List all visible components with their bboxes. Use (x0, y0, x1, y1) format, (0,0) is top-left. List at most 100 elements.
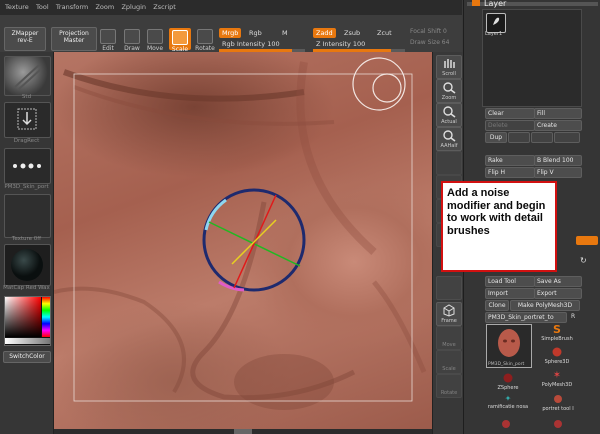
r-button[interactable]: R (571, 313, 575, 320)
simplebrush-tool[interactable]: S SimpleBrush (537, 324, 577, 344)
rgb-button[interactable]: Rgb (246, 28, 265, 38)
head-model-icon (498, 329, 520, 357)
sphere3d-tool[interactable]: Sphere3D (537, 346, 577, 366)
brush-selector[interactable] (4, 56, 51, 96)
layer-option-3[interactable] (531, 132, 553, 143)
zcut-button[interactable]: Zcut (374, 28, 395, 38)
document-canvas[interactable] (54, 52, 432, 429)
polymesh3d-label: PolyMesh3D (541, 382, 573, 388)
menu-tool[interactable]: Tool (36, 0, 49, 15)
export-button[interactable]: Export (534, 288, 582, 299)
refresh-icon[interactable]: ↻ (580, 256, 587, 265)
layer-title: Layer (484, 0, 507, 8)
rotate-view-button[interactable]: Rotate (436, 374, 462, 398)
alpha-dots-icon (13, 163, 41, 169)
frame-button[interactable]: Frame (436, 302, 462, 326)
portret-tool[interactable]: portret tool I (536, 394, 580, 414)
rotate-button[interactable]: Rotate (194, 29, 216, 52)
stroke-selector[interactable] (4, 102, 51, 138)
scale-button[interactable]: Scale (169, 28, 191, 53)
hand-icon (444, 59, 455, 68)
import-button[interactable]: Import (485, 288, 535, 299)
canvas-scroll-handle[interactable] (234, 429, 252, 434)
layer-brush-icon (493, 17, 500, 25)
dup-button[interactable]: Dup (485, 132, 507, 143)
draw-button[interactable]: Draw (123, 29, 141, 52)
aahalf-button[interactable]: AAHalf (436, 127, 462, 151)
projection-master-button[interactable]: Projection Master (51, 27, 97, 51)
material-selector[interactable] (4, 244, 51, 286)
fill-button[interactable]: Fill (534, 108, 582, 119)
menu-zoom[interactable]: Zoom (95, 0, 114, 15)
persp-button[interactable] (436, 151, 462, 175)
mrgb-button[interactable]: Mrgb (219, 28, 242, 38)
zmapper-button[interactable]: ZMapper rev-E (4, 27, 46, 51)
zsphere-label: ZSphere (497, 385, 519, 391)
switch-color-button[interactable]: SwitchColor (3, 351, 51, 363)
make-polymesh-button[interactable]: Make PolyMesh3D (510, 300, 580, 311)
menu-texture[interactable]: Texture (5, 0, 29, 15)
menu-zscript[interactable]: Zscript (153, 0, 176, 15)
color-square[interactable] (5, 297, 41, 337)
layer-option-4[interactable] (554, 132, 580, 143)
layer-thumbnail[interactable] (486, 13, 506, 33)
transp-button[interactable] (436, 276, 462, 300)
rotate-view-label: Rotate (440, 390, 458, 396)
flip-h-button[interactable]: Flip H (485, 167, 535, 178)
alpha-label: PM3D_Skin_port (4, 184, 49, 190)
move-icon (147, 29, 163, 44)
alpha-selector[interactable] (4, 148, 51, 184)
clone-button[interactable]: Clone (485, 300, 509, 311)
move-view-button[interactable]: Move (436, 326, 462, 350)
scale-icon (172, 30, 188, 45)
ramification-icon: ✦ (504, 394, 512, 403)
portret-tool-icon (554, 395, 562, 403)
edit-button[interactable]: Edit (99, 29, 117, 52)
move-view-label: Move (442, 342, 456, 348)
menu-zplugin[interactable]: Zplugin (121, 0, 146, 15)
hue-strip[interactable] (42, 297, 50, 337)
tutorial-note: Add a noise modifier and begin to work w… (441, 181, 557, 272)
flip-v-button[interactable]: Flip V (534, 167, 582, 178)
palette-orange-slider[interactable] (576, 236, 598, 245)
clear-button[interactable]: Clear (485, 108, 535, 119)
palette-scroll-handle[interactable] (472, 0, 480, 6)
draw-size-slider[interactable]: Draw Size 64 (407, 38, 452, 48)
zsub-button[interactable]: Zsub (341, 28, 363, 38)
actual-button[interactable]: Actual (436, 103, 462, 127)
current-tool-slot[interactable]: PM3D_Skin_portret_to (485, 312, 567, 323)
blend-slider[interactable]: B Blend 100 (534, 155, 582, 166)
rotate-icon (197, 29, 213, 44)
zsphere-tool[interactable]: ZSphere (486, 372, 530, 392)
actual-label: Actual (441, 119, 457, 125)
layer-option-2[interactable] (508, 132, 530, 143)
rake-button[interactable]: Rake (485, 155, 535, 166)
polymesh3d-tool[interactable]: ✶ PolyMesh3D (537, 370, 577, 390)
scale-view-button[interactable]: Scale (436, 350, 462, 374)
move-button[interactable]: Move (146, 29, 164, 52)
aahalf-label: AAHalf (440, 143, 458, 149)
create-button[interactable]: Create (534, 120, 582, 131)
zadd-button[interactable]: Zadd (313, 28, 336, 38)
navigation-inner-circle[interactable] (372, 73, 402, 103)
texture-selector[interactable] (4, 194, 51, 238)
save-as-button[interactable]: Save As (534, 276, 582, 287)
layer-list[interactable]: Layer1 (482, 9, 582, 107)
color-picker[interactable] (4, 296, 51, 346)
current-tool-thumbnail-label: PM3D_Skin_port (488, 362, 525, 367)
material-label: MatCap Red Wax (3, 285, 50, 291)
zoom-button[interactable]: Zoom (436, 79, 462, 103)
ramification-label: ramificatie nosa (487, 404, 529, 410)
scale-view-label: Scale (442, 366, 456, 372)
ramification-tool[interactable]: ✦ ramificatie nosa (482, 394, 534, 414)
menu-transform[interactable]: Transform (56, 0, 88, 15)
scroll-button[interactable]: Scroll (436, 55, 462, 79)
focal-shift-slider[interactable]: Focal Shift 0 (407, 27, 450, 37)
rotate-label: Rotate (195, 45, 215, 52)
cube-icon (443, 304, 455, 317)
delete-button[interactable]: Delete (485, 120, 535, 131)
m-button[interactable]: M (279, 28, 291, 38)
current-tool-thumbnail[interactable]: PM3D_Skin_port (486, 324, 532, 368)
navigation-outer-circle[interactable] (352, 57, 406, 111)
load-tool-button[interactable]: Load Tool (485, 276, 535, 287)
